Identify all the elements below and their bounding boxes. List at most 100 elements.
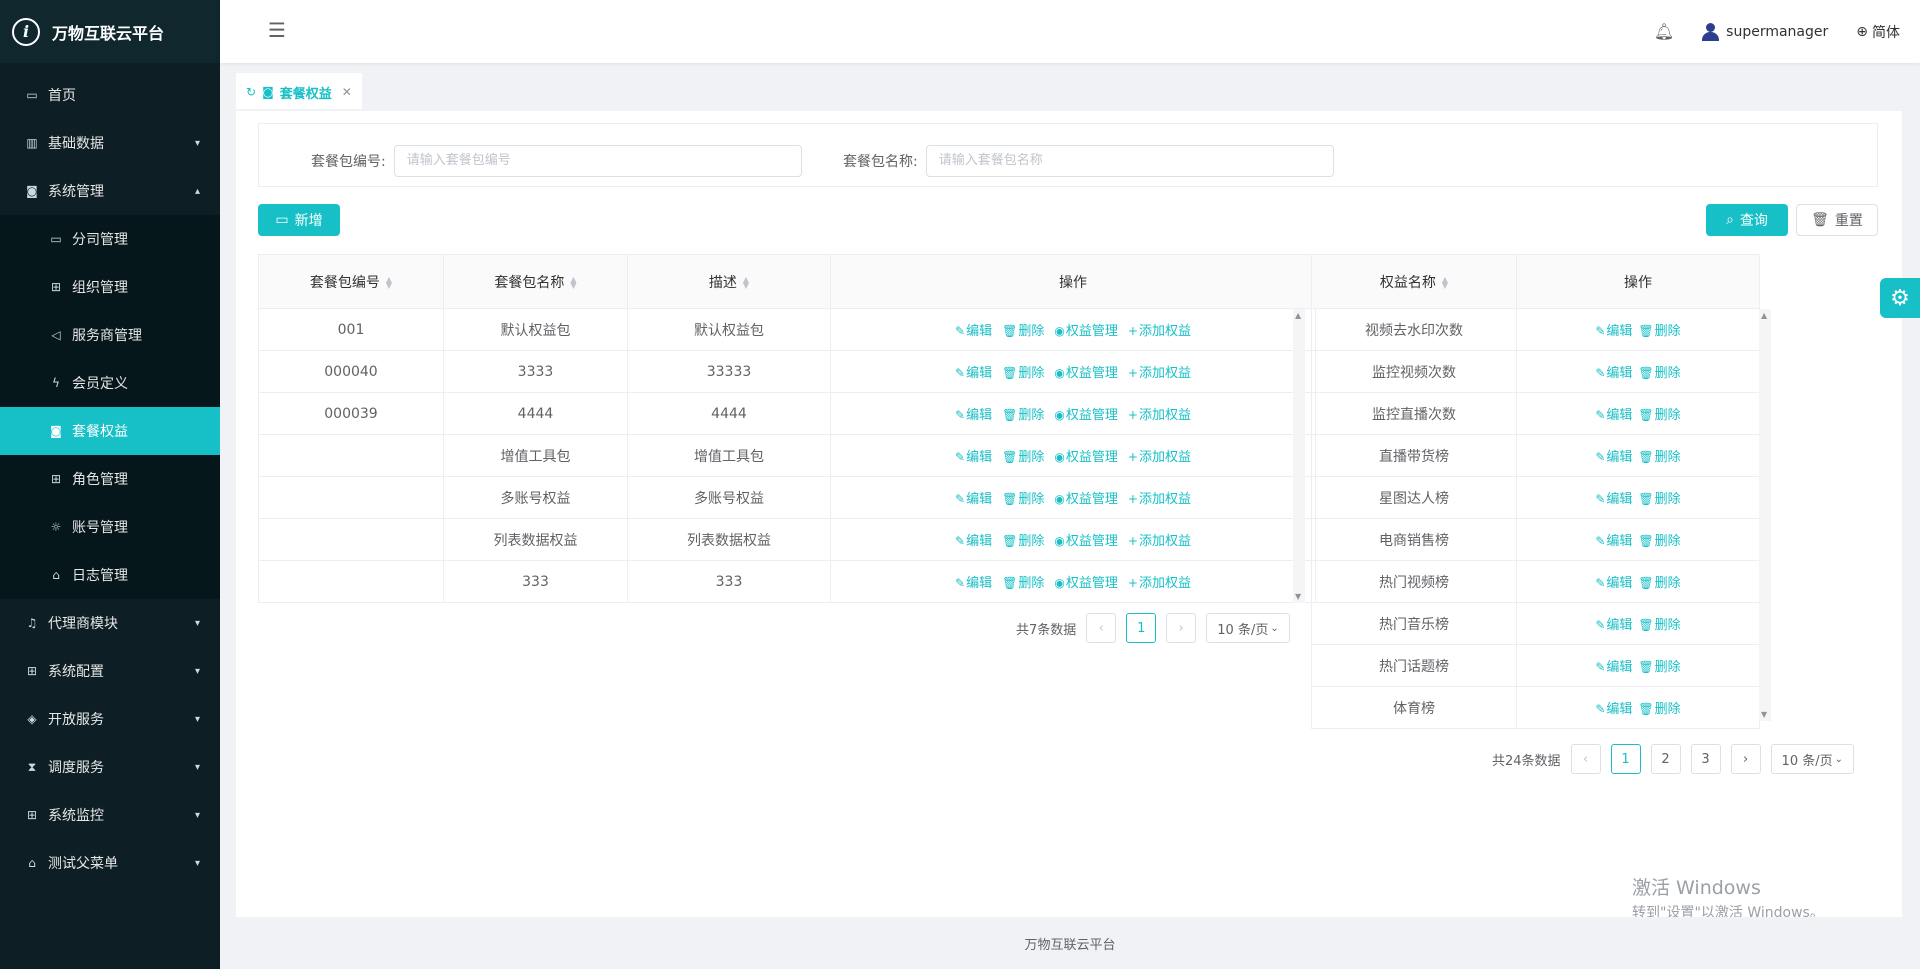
sidebar-item-member[interactable]: ϟ 会员定义 [0,359,220,407]
sidebar-item-schedule[interactable]: ⧗ 调度服务 ▾ [0,743,220,791]
delete-button[interactable]: 🗑︎删除 [1638,660,1680,675]
page-size-select[interactable]: 10 条/页 ⌄ [1206,613,1290,643]
right-table-scrollbar[interactable]: ▲ ▼ [1759,309,1771,721]
delete-button[interactable]: 🗑︎删除 [1002,408,1044,423]
sidebar-item-test-menu[interactable]: ⌂ 测试父菜单 ▾ [0,839,220,887]
next-page-button[interactable]: › [1730,744,1761,774]
add-rights-button[interactable]: +添加权益 [1128,492,1191,507]
refresh-icon[interactable]: ↻ [246,85,256,99]
edit-button[interactable]: ✎编辑 [955,324,992,339]
package-name-input[interactable]: 请输入套餐包名称 [925,145,1334,177]
edit-button[interactable]: ✎编辑 [1595,660,1632,675]
rights-manage-button[interactable]: ◉权益管理 [1054,450,1118,465]
edit-button[interactable]: ✎编辑 [955,408,992,423]
delete-button[interactable]: 🗑︎删除 [1002,534,1044,549]
edit-button[interactable]: ✎编辑 [1595,576,1632,591]
delete-button[interactable]: 🗑︎删除 [1638,618,1680,633]
edit-button[interactable]: ✎编辑 [955,534,992,549]
close-icon[interactable]: ✕ [342,85,352,99]
add-rights-button[interactable]: +添加权益 [1128,576,1191,591]
delete-button[interactable]: 🗑︎删除 [1638,408,1680,423]
edit-button[interactable]: ✎编辑 [1595,324,1632,339]
add-rights-button[interactable]: +添加权益 [1128,450,1191,465]
sidebar-item-org[interactable]: ⊞ 组织管理 [0,263,220,311]
edit-button[interactable]: ✎编辑 [1595,366,1632,381]
delete-button[interactable]: 🗑︎删除 [1638,534,1680,549]
sidebar-item-log[interactable]: ⌂ 日志管理 [0,551,220,599]
edit-button[interactable]: ✎编辑 [955,450,992,465]
add-button[interactable]: ▭ 新增 [258,204,340,236]
rights-manage-button[interactable]: ◉权益管理 [1054,492,1118,507]
col-header-code[interactable]: 套餐包编号 ▲ ▼ [258,254,444,309]
edit-button[interactable]: ✎编辑 [1595,618,1632,633]
rights-manage-button[interactable]: ◉权益管理 [1054,324,1118,339]
sidebar-item-basic-data[interactable]: ▥ 基础数据 ▾ [0,119,220,167]
delete-button[interactable]: 🗑︎删除 [1638,576,1680,591]
add-rights-button[interactable]: +添加权益 [1128,366,1191,381]
delete-button[interactable]: 🗑︎删除 [1002,450,1044,465]
delete-button[interactable]: 🗑︎删除 [1638,702,1680,717]
col-header-name[interactable]: 套餐包名称 ▲ ▼ [443,254,628,309]
rights-manage-button[interactable]: ◉权益管理 [1054,408,1118,423]
edit-button[interactable]: ✎编辑 [1595,702,1632,717]
language-switch[interactable]: ⊕ 简体 [1856,22,1900,42]
edit-button[interactable]: ✎编辑 [955,576,992,591]
sidebar-item-package-rights[interactable]: ◙ 套餐权益 [0,407,220,455]
sort-icon[interactable]: ▲ ▼ [1442,275,1448,289]
bell-icon[interactable]: 🔔︎ [1654,22,1674,41]
edit-button[interactable]: ✎编辑 [1595,492,1632,507]
package-code-input[interactable]: 请输入套餐包编号 [393,145,802,177]
add-rights-button[interactable]: +添加权益 [1128,324,1191,339]
sidebar-item-sys-config[interactable]: ⊞ 系统配置 ▾ [0,647,220,695]
sidebar-item-open-service[interactable]: ◈ 开放服务 ▾ [0,695,220,743]
delete-button[interactable]: 🗑︎删除 [1638,324,1680,339]
delete-button[interactable]: 🗑︎删除 [1638,366,1680,381]
page-button[interactable]: 2 [1650,744,1681,774]
delete-button[interactable]: 🗑︎删除 [1002,576,1044,591]
next-page-button[interactable]: › [1166,613,1197,643]
page-scrollbar[interactable] [1902,111,1920,917]
sort-icon[interactable]: ▲ ▼ [570,275,576,289]
sidebar-item-agent[interactable]: ♫ 代理商模块 ▾ [0,599,220,647]
edit-button[interactable]: ✎编辑 [955,366,992,381]
tab-package-rights[interactable]: ↻ ◙ 套餐权益 ✕ [236,73,362,109]
delete-button[interactable]: 🗑︎删除 [1638,450,1680,465]
query-button[interactable]: ⌕ 查询 [1706,204,1788,236]
sort-icon[interactable]: ▲ ▼ [743,275,749,289]
prev-page-button[interactable]: ‹ [1086,613,1117,643]
reset-button[interactable]: 🗑︎ 重置 [1796,204,1878,236]
add-rights-button[interactable]: +添加权益 [1128,408,1191,423]
rights-manage-button[interactable]: ◉权益管理 [1054,534,1118,549]
left-table-scrollbar[interactable]: ▲ ▼ [1293,309,1305,603]
rights-manage-button[interactable]: ◉权益管理 [1054,366,1118,381]
edit-button[interactable]: ✎编辑 [1595,450,1632,465]
col-header-desc[interactable]: 描述 ▲ ▼ [627,254,831,309]
edit-button[interactable]: ✎编辑 [1595,408,1632,423]
edit-button[interactable]: ✎编辑 [1595,534,1632,549]
sidebar-item-system-mgmt[interactable]: ◙ 系统管理 ▴ [0,167,220,215]
page-button[interactable]: 1 [1126,613,1157,643]
delete-button[interactable]: 🗑︎删除 [1002,492,1044,507]
sidebar-item-home[interactable]: ▭ 首页 [0,71,220,119]
delete-button[interactable]: 🗑︎删除 [1002,366,1044,381]
delete-button[interactable]: 🗑︎删除 [1002,324,1044,339]
prev-page-button[interactable]: ‹ [1570,744,1601,774]
add-rights-button[interactable]: +添加权益 [1128,534,1191,549]
delete-button[interactable]: 🗑︎删除 [1638,492,1680,507]
rights-manage-button[interactable]: ◉权益管理 [1054,576,1118,591]
sidebar-item-account[interactable]: ☼ 账号管理 [0,503,220,551]
sidebar-item-role[interactable]: ⊞ 角色管理 [0,455,220,503]
page-size-select[interactable]: 10 条/页 ⌄ [1770,744,1854,774]
sidebar-item-provider[interactable]: ◁ 服务商管理 [0,311,220,359]
menu-collapse-icon[interactable]: ☰ [268,18,286,42]
col-header-right-name[interactable]: 权益名称 ▲ ▼ [1311,254,1517,309]
sidebar-item-monitor[interactable]: ⊞ 系统监控 ▾ [0,791,220,839]
user-menu[interactable]: supermanager [1702,22,1828,41]
settings-gear-icon[interactable]: ⚙ [1880,278,1920,318]
sort-icon[interactable]: ▲ ▼ [386,275,392,289]
page-button[interactable]: 3 [1690,744,1721,774]
logo[interactable]: i 万物互联云平台 [0,0,220,63]
edit-button[interactable]: ✎编辑 [955,492,992,507]
sidebar-item-branch[interactable]: ▭ 分司管理 [0,215,220,263]
page-button[interactable]: 1 [1610,744,1641,774]
